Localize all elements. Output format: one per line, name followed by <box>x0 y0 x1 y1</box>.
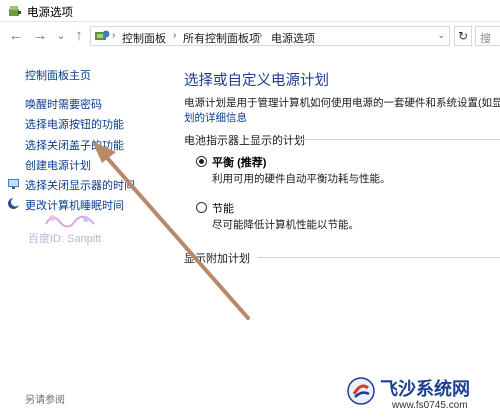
address-bar[interactable]: › 控制面板 › 所有控制面板项 › 电源选项 ⌄ <box>90 26 450 46</box>
site-watermark: 飞沙系统网 www.fs0745.com <box>340 372 500 418</box>
sidebar-item-require-password[interactable]: 唤醒时需要密码 <box>25 96 102 112</box>
site-name: 飞沙系统网 <box>380 379 470 400</box>
sidebar-item-control-panel-home[interactable]: 控制面板主页 <box>25 67 91 83</box>
plan-details-link[interactable]: 划的详细信息 <box>184 110 247 125</box>
breadcrumb-control-panel[interactable]: 控制面板 <box>122 30 166 46</box>
breadcrumb-separator: › <box>259 30 263 41</box>
show-additional-plans-toggle[interactable]: 显示附加计划 <box>184 250 250 266</box>
up-arrow-icon[interactable]: ↑ <box>71 27 87 45</box>
plan-balanced-radio[interactable] <box>196 156 207 167</box>
main-content: 选择或自定义电源计划 电源计划是用于管理计算机如何使用电源的一套硬件和系统设置(… <box>170 50 500 418</box>
back-arrow-icon[interactable]: ← <box>8 27 24 45</box>
sidebar-item-power-button[interactable]: 选择电源按钮的功能 <box>25 116 124 132</box>
sidebar-item-turn-off-display[interactable]: 选择关闭显示器的时间 <box>25 177 135 193</box>
watermark-scribble <box>45 215 95 228</box>
baidu-watermark: 百度ID: Sanpitt <box>28 210 138 250</box>
title-bar: 电源选项 <box>0 0 500 22</box>
divider <box>298 139 500 140</box>
page-title: 选择或自定义电源计划 <box>184 73 329 89</box>
recent-locations-icon[interactable]: ⌄ <box>53 27 69 45</box>
search-input[interactable]: 搜 <box>475 26 500 46</box>
plan-power-saver-radio[interactable] <box>196 202 207 213</box>
plan-power-saver-description: 尽可能降低计算机性能以节能。 <box>212 219 359 231</box>
plan-power-saver-label[interactable]: 节能 <box>212 200 234 216</box>
control-panel-icon <box>95 30 110 40</box>
breadcrumb-separator: › <box>173 30 177 41</box>
refresh-icon[interactable]: ↻ <box>454 26 472 46</box>
chevron-down-icon[interactable]: ⌄ <box>437 30 445 41</box>
breadcrumb-all-items[interactable]: 所有控制面板项 <box>183 30 260 46</box>
sleep-moon-icon <box>8 197 20 209</box>
sidebar-item-lid-close[interactable]: 选择关闭盖子的功能 <box>25 137 124 153</box>
site-logo-icon <box>347 377 375 405</box>
divider <box>258 257 500 258</box>
breadcrumb-separator: › <box>112 30 116 41</box>
sidebar-item-create-plan[interactable]: 创建电源计划 <box>25 157 91 173</box>
plan-balanced-description: 利用可用的硬件自动平衡功耗与性能。 <box>212 173 391 185</box>
site-url: www.fs0745.com <box>392 400 468 411</box>
page-description: 电源计划是用于管理计算机如何使用电源的一套硬件和系统设置(如显示 <box>184 97 500 109</box>
battery-plans-heading: 电池指示器上显示的计划 <box>184 135 305 147</box>
baidu-id-label: 百度ID: Sanpitt <box>28 233 102 245</box>
window-title: 电源选项 <box>27 7 73 19</box>
forward-arrow-icon[interactable]: → <box>32 27 48 45</box>
navigation-bar: ← → ⌄ ↑ › 控制面板 › 所有控制面板项 › 电源选项 ⌄ ↻ 搜 <box>0 22 500 50</box>
plan-balanced-label[interactable]: 平衡 (推荐) <box>212 154 266 170</box>
display-icon <box>8 179 19 189</box>
power-options-icon <box>9 6 21 16</box>
see-also-heading: 另请参阅 <box>25 395 65 406</box>
breadcrumb-power-options[interactable]: 电源选项 <box>271 30 315 46</box>
